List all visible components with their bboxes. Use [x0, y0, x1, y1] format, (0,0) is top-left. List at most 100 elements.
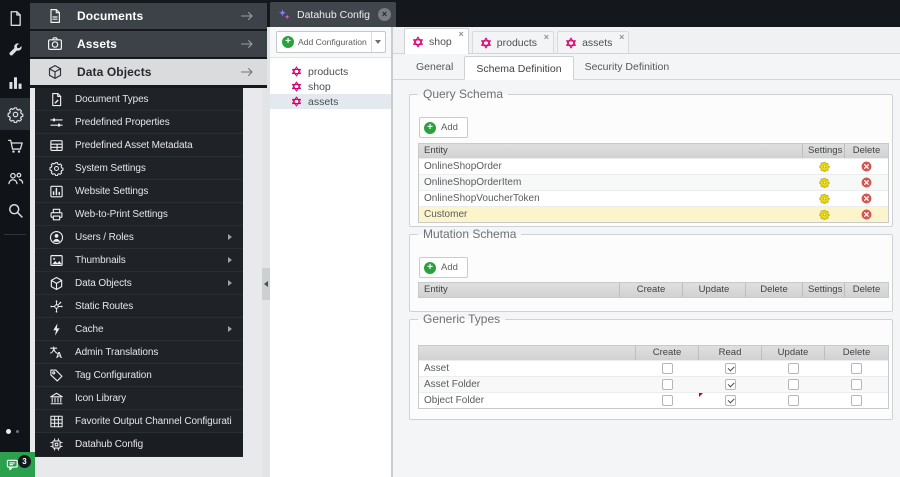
menu-item-favorite-output-channel-configurations[interactable]: Favorite Output Channel Configurations	[35, 410, 243, 433]
read-checkbox[interactable]	[725, 395, 736, 406]
menu-item-website-settings[interactable]: Website Settings	[35, 180, 243, 203]
tree-item-assets[interactable]: assets	[270, 94, 391, 109]
create-checkbox[interactable]	[662, 379, 673, 390]
column-header-update[interactable]: Update	[683, 283, 746, 297]
add-configuration-button[interactable]: + Add Configuration	[276, 31, 386, 53]
column-header-create[interactable]: Create	[636, 346, 699, 360]
chat-button[interactable]: 3	[0, 452, 35, 477]
entity-cell: OnlineShopOrderItem	[419, 175, 803, 190]
column-header-settings[interactable]: Settings	[803, 283, 845, 297]
dropdown-caret-button[interactable]	[371, 32, 385, 52]
menu-item-system-settings[interactable]: System Settings	[35, 157, 243, 180]
delete-icon[interactable]	[861, 177, 872, 188]
activity-chart-button[interactable]	[0, 66, 30, 98]
tree-item-shop[interactable]: shop	[270, 79, 391, 94]
menu-item-tag-configuration[interactable]: Tag Configuration	[35, 364, 243, 387]
close-icon[interactable]: ×	[378, 8, 391, 21]
subtab-security-definition[interactable]: Security Definition	[574, 55, 681, 79]
menu-item-thumbnails[interactable]: Thumbnails	[35, 249, 243, 272]
delete-cell	[845, 207, 888, 222]
mutation-add-button[interactable]: + Add	[419, 257, 468, 278]
delete-checkbox[interactable]	[851, 363, 862, 374]
menu-item-web-to-print-settings[interactable]: Web-to-Print Settings	[35, 203, 243, 226]
menu-section-assets[interactable]: Assets	[30, 31, 267, 57]
create-cell	[636, 377, 699, 392]
column-header-delete[interactable]: Delete	[825, 346, 888, 360]
activity-gear-button[interactable]	[0, 98, 30, 130]
column-header-entity[interactable]: Entity	[419, 283, 620, 297]
delete-checkbox[interactable]	[851, 379, 862, 390]
type-label-cell: Asset	[419, 361, 636, 376]
gear-icon	[49, 161, 64, 176]
activity-search-button[interactable]	[0, 194, 30, 226]
column-header-update[interactable]: Update	[762, 346, 825, 360]
mutation-schema-legend: Mutation Schema	[418, 227, 521, 242]
table-row[interactable]: Customer	[419, 206, 888, 222]
menu-section-documents[interactable]: Documents	[30, 3, 267, 29]
column-header-settings[interactable]: Settings	[803, 144, 845, 158]
menu-item-predefined-properties[interactable]: Predefined Properties	[35, 111, 243, 134]
column-header-delete[interactable]: Delete	[845, 144, 888, 158]
update-checkbox[interactable]	[788, 395, 799, 406]
editor-tab-products[interactable]: products×	[472, 31, 554, 53]
menu-section-data-objects[interactable]: Data Objects	[30, 59, 267, 85]
panel-splitter[interactable]	[262, 27, 270, 477]
table-row[interactable]: OnlineShopOrder	[419, 158, 888, 174]
menu-item-datahub-config[interactable]: Datahub Config	[35, 433, 243, 456]
editor-tab-assets[interactable]: assets×	[557, 31, 629, 53]
close-icon[interactable]: ×	[619, 33, 624, 42]
close-icon[interactable]: ×	[544, 33, 549, 42]
tools-icon	[7, 42, 24, 59]
table-row[interactable]: OnlineShopOrderItem	[419, 174, 888, 190]
menu-item-data-objects[interactable]: Data Objects	[35, 272, 243, 295]
column-header-blank[interactable]	[419, 346, 636, 360]
activity-users-button[interactable]	[0, 162, 30, 194]
column-header-entity[interactable]: Entity	[419, 144, 803, 158]
hexagram-icon	[412, 36, 424, 48]
cube-icon	[47, 64, 63, 80]
read-checkbox[interactable]	[725, 363, 736, 374]
editor-tab-shop[interactable]: shop×	[404, 28, 469, 54]
column-header-read[interactable]: Read	[699, 346, 762, 360]
delete-icon[interactable]	[861, 193, 872, 204]
update-checkbox[interactable]	[788, 363, 799, 374]
column-header-delete[interactable]: Delete	[845, 283, 888, 297]
activity-file-button[interactable]	[0, 2, 30, 34]
lightning-icon	[49, 322, 64, 337]
subtab-general[interactable]: General	[405, 55, 464, 79]
settings-gear-icon[interactable]	[819, 177, 830, 188]
activity-cart-button[interactable]	[0, 130, 30, 162]
settings-gear-icon[interactable]	[819, 161, 830, 172]
column-header-delete[interactable]: Delete	[746, 283, 803, 297]
subtab-schema-definition[interactable]: Schema Definition	[464, 56, 573, 80]
collapse-panel-handle[interactable]	[262, 268, 270, 300]
menu-item-predefined-asset-metadata[interactable]: Predefined Asset Metadata	[35, 134, 243, 157]
tree-item-products[interactable]: products	[270, 64, 391, 79]
settings-gear-icon[interactable]	[819, 193, 830, 204]
table-row[interactable]: Asset Folder	[419, 376, 888, 392]
delete-icon[interactable]	[861, 209, 872, 220]
activity-tools-button[interactable]	[0, 34, 30, 66]
menu-item-icon-library[interactable]: Icon Library	[35, 387, 243, 410]
delete-checkbox[interactable]	[851, 395, 862, 406]
table-row[interactable]: Asset	[419, 360, 888, 376]
query-add-button[interactable]: + Add	[419, 117, 468, 138]
menu-section-label: Data Objects	[77, 65, 239, 79]
create-checkbox[interactable]	[662, 363, 673, 374]
settings-gear-icon[interactable]	[819, 209, 830, 220]
menu-item-static-routes[interactable]: Static Routes	[35, 295, 243, 318]
table-row[interactable]: OnlineShopVoucherToken	[419, 190, 888, 206]
menu-item-users-roles[interactable]: Users / Roles	[35, 226, 243, 249]
menu-item-admin-translations[interactable]: AAdmin Translations	[35, 341, 243, 364]
update-checkbox[interactable]	[788, 379, 799, 390]
editor-panel: shop×products×assets× GeneralSchema Defi…	[392, 27, 900, 477]
close-icon[interactable]: ×	[459, 30, 464, 39]
menu-item-cache[interactable]: Cache	[35, 318, 243, 341]
table-row[interactable]: Object Folder	[419, 392, 888, 408]
read-checkbox[interactable]	[725, 379, 736, 390]
menu-item-document-types[interactable]: Document Types	[35, 88, 243, 111]
window-tab-datahub-config[interactable]: Datahub Config ×	[270, 2, 396, 27]
column-header-create[interactable]: Create	[620, 283, 683, 297]
delete-icon[interactable]	[861, 161, 872, 172]
create-checkbox[interactable]	[662, 395, 673, 406]
